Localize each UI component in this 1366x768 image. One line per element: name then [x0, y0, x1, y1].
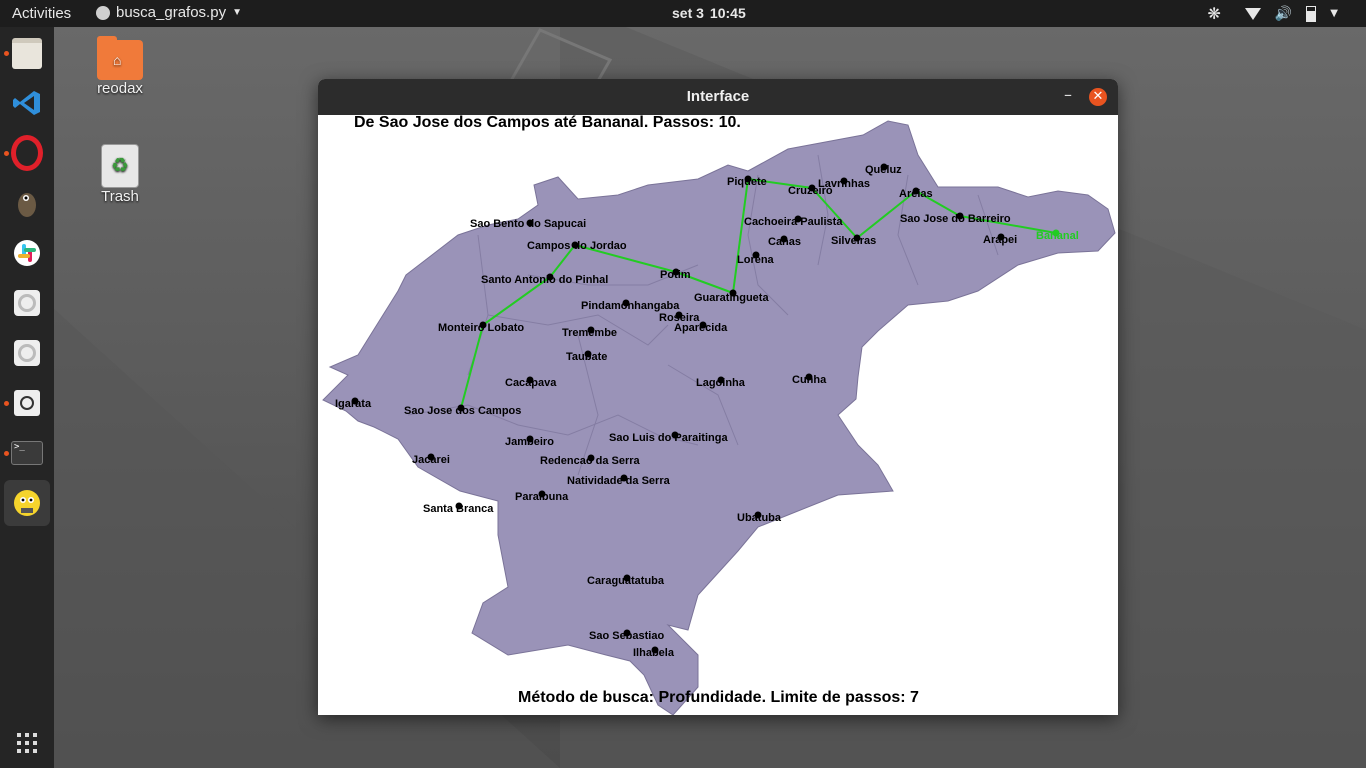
city-label-arapei: Arapei: [983, 234, 1017, 246]
vscode-icon[interactable]: [4, 80, 50, 126]
region-map-shape: [322, 120, 1116, 715]
city-label-ilhabela: Ilhabela: [633, 647, 675, 659]
battery-icon: [1306, 5, 1317, 22]
show-apps-icon[interactable]: [4, 720, 50, 766]
wifi-icon: [1244, 7, 1261, 20]
top-bar: Activities busca_grafos.py ▼ set 3 10:45 …: [0, 0, 1366, 27]
gimp-icon[interactable]: [4, 180, 50, 226]
route-summary: De Sao Jose dos Campos até Bananal. Pass…: [354, 115, 741, 131]
city-label-bananal: Bananal: [1036, 230, 1079, 242]
system-tray[interactable]: ❋ 🔊 ▼: [1207, 4, 1338, 23]
app-menu[interactable]: busca_grafos.py ▼: [96, 4, 242, 21]
interface-window: Interface – ✕ Sao Bento do Sapucai Campos…: [318, 79, 1118, 715]
city-label-campos-do-jordao: Campos do Jordao: [527, 240, 627, 252]
city-label-jambeiro: Jambeiro: [505, 436, 554, 448]
city-label-santo-antonio-do-pinhal: Santo Antonio do Pinhal: [481, 274, 608, 286]
clock-date: set 3: [672, 5, 704, 21]
city-label-monteiro-lobato: Monteiro Lobato: [438, 322, 524, 334]
home-folder-shortcut[interactable]: ⌂ reodax: [75, 36, 165, 97]
python-app-icon: [96, 5, 110, 20]
city-label-pindamonhangaba: Pindamonhangaba: [581, 300, 680, 312]
home-folder-icon: ⌂: [97, 36, 143, 80]
image-viewer-icon[interactable]: [4, 380, 50, 426]
city-label-aparecida: Aparecida: [674, 322, 728, 334]
city-label-sao-jose-do-barreiro: Sao Jose do Barreiro: [900, 213, 1011, 225]
city-label-silveiras: Silveiras: [831, 235, 876, 247]
trash-icon: ♻: [101, 144, 139, 188]
city-label-queluz: Queluz: [865, 164, 902, 176]
window-titlebar[interactable]: Interface – ✕: [318, 79, 1118, 115]
city-label-areias: Areias: [899, 188, 933, 200]
slack-tray-icon[interactable]: ❋: [1207, 4, 1220, 23]
city-label-sao-bento-do-sapucai: Sao Bento do Sapucai: [470, 218, 586, 230]
settings-icon-2[interactable]: [4, 330, 50, 376]
city-label-paraibuna: Paraibuna: [515, 491, 569, 503]
opera-icon[interactable]: [4, 130, 50, 176]
city-label-ubatuba: Ubatuba: [737, 512, 782, 524]
activities-button[interactable]: Activities: [12, 5, 71, 22]
trash-shortcut[interactable]: ♻ Trash: [75, 144, 165, 205]
city-label-taubate: Taubate: [566, 351, 607, 363]
terminal-icon[interactable]: >_: [4, 430, 50, 476]
slack-icon[interactable]: [4, 230, 50, 276]
city-label-potim: Potim: [660, 269, 691, 281]
city-label-lavrinhas: Lavrinhas: [818, 178, 870, 190]
city-label-cunha: Cunha: [792, 374, 827, 386]
city-label-lagoinha: Lagoinha: [696, 377, 746, 389]
city-label-caraguatatuba: Caraguatatuba: [587, 575, 665, 587]
city-label-cachoeira-paulista: Cachoeira Paulista: [744, 216, 843, 228]
clock[interactable]: set 3 10:45: [672, 5, 752, 21]
python-icon[interactable]: [4, 480, 50, 526]
city-label-piquete: Piquete: [727, 176, 767, 188]
search-method-label: Método de busca: Profundidade. Limite de…: [518, 689, 919, 706]
clock-time: 10:45: [709, 5, 746, 21]
route-map: Sao Bento do Sapucai Campos do Jordao Sant…: [322, 120, 1116, 715]
close-button[interactable]: ✕: [1089, 88, 1107, 106]
city-label-igarata: Igarata: [335, 398, 372, 410]
city-label-canas: Canas: [768, 236, 801, 248]
settings-icon-1[interactable]: [4, 280, 50, 326]
city-label-guaratingueta: Guaratingueta: [694, 292, 769, 304]
city-label-tremembe: Tremembe: [562, 327, 617, 339]
system-menu-chevron-icon: ▼: [1330, 8, 1338, 19]
map-canvas: Sao Bento do Sapucai Campos do Jordao Sant…: [318, 115, 1118, 715]
city-label-sao-sebastiao: Sao Sebastiao: [589, 630, 664, 642]
chevron-down-icon: ▼: [232, 7, 242, 18]
city-label-sao-luis-do-paraitinga: Sao Luis do Paraitinga: [609, 432, 728, 444]
city-label-santa-branca: Santa Branca: [423, 503, 494, 515]
city-label-natividade-da-serra: Natividade da Serra: [567, 475, 671, 487]
window-title: Interface: [686, 88, 750, 105]
trash-label: Trash: [101, 188, 139, 205]
dock: >_: [0, 27, 54, 768]
city-label-jacarei: Jacarei: [412, 454, 450, 466]
files-icon[interactable]: [4, 30, 50, 76]
volume-icon: 🔊: [1274, 5, 1293, 22]
app-menu-label: busca_grafos.py: [116, 4, 227, 21]
city-label-redencao-da-serra: Redencao da Serra: [540, 455, 641, 467]
city-label-lorena: Lorena: [737, 254, 775, 266]
minimize-button[interactable]: –: [1058, 85, 1078, 105]
city-label-cacapava: Cacapava: [505, 377, 557, 389]
home-folder-label: reodax: [97, 80, 143, 97]
city-label-sao-jose-dos-campos: Sao Jose dos Campos: [404, 405, 521, 417]
